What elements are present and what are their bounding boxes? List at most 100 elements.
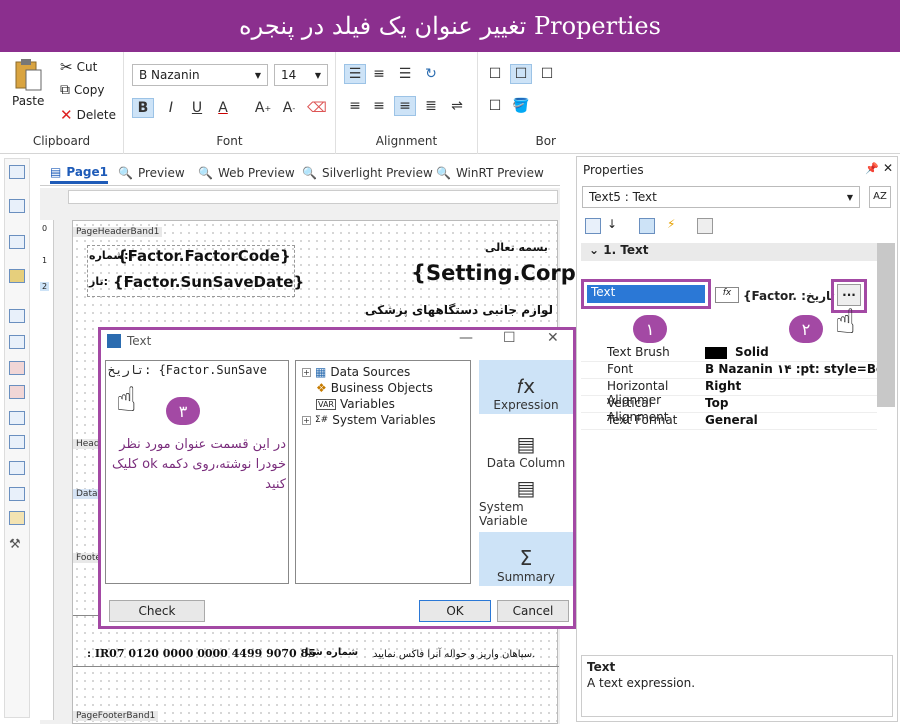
sort-icon[interactable]: ↓	[607, 217, 617, 231]
check-button[interactable]: Check	[109, 600, 205, 622]
pin-icon[interactable]: 📌	[865, 162, 879, 175]
panel-icon[interactable]	[9, 411, 25, 425]
magnifier-icon: 🔍	[118, 166, 133, 180]
tab-winrt-preview[interactable]: 🔍 WinRT Preview	[436, 162, 544, 184]
close-icon[interactable]: ✕	[547, 330, 559, 346]
expression-text[interactable]: تاریخ: {Factor.SunSave	[108, 363, 286, 377]
copy-icon: ⧉	[60, 82, 70, 98]
prop-horizontal-alignment[interactable]: Horizontal Alignmer Right	[581, 379, 877, 407]
prop-text-brush[interactable]: Text Brush Solid	[581, 345, 877, 362]
step-two-badge: ۲	[789, 315, 823, 343]
prop-text-format[interactable]: Text Format General	[581, 413, 877, 430]
align-middle-icon[interactable]: ≡	[368, 64, 390, 84]
component-toolbox: ⚒	[4, 158, 30, 718]
scrollbar[interactable]	[877, 243, 895, 407]
checkbox-icon[interactable]	[9, 487, 25, 501]
richtext-icon[interactable]	[9, 335, 25, 349]
align-bottom-icon[interactable]: ☰	[394, 64, 416, 84]
tree-business-objects[interactable]: ❖ Business Objects	[316, 381, 433, 395]
tree-system-variables[interactable]: + Σ# System Variables	[302, 413, 436, 427]
paste-button[interactable]: Paste	[12, 58, 44, 108]
border-all-icon[interactable]: ☐	[484, 64, 506, 84]
ok-button[interactable]: OK	[419, 600, 491, 622]
page-header-band[interactable]: PageHeaderBand1	[73, 227, 163, 237]
title-top: بسمه تعالی	[485, 241, 548, 254]
font-color-button[interactable]: A	[212, 98, 234, 118]
band-icon[interactable]	[9, 165, 25, 179]
events-icon[interactable]: ⚡	[667, 217, 675, 231]
databand-icon[interactable]	[9, 199, 25, 213]
border-side-icon[interactable]: ☐	[484, 96, 506, 116]
data-band[interactable]: Data	[73, 489, 101, 499]
rotate-icon[interactable]: ↻	[420, 64, 442, 84]
image-icon[interactable]	[9, 269, 25, 283]
shape-icon[interactable]	[9, 435, 25, 449]
tree-data-sources[interactable]: + ▦ Data Sources	[302, 365, 410, 379]
factor-code-field[interactable]: {Factor.FactorCode}	[117, 247, 291, 265]
bold-button[interactable]: B	[132, 98, 154, 118]
close-icon[interactable]: ✕	[883, 161, 893, 175]
image-small-icon[interactable]	[9, 511, 25, 525]
system-variable-icon: Σ#	[315, 415, 329, 425]
eraser-icon[interactable]: ⌫	[306, 98, 328, 118]
categorized-icon[interactable]	[585, 218, 601, 234]
grow-font-button[interactable]: A +	[252, 98, 274, 118]
page-footer-band[interactable]: PageFooterBand1	[73, 711, 159, 721]
data-tree[interactable]: + ▦ Data Sources ❖ Business Objects VAR Vari…	[295, 360, 471, 584]
word-wrap-icon[interactable]: ⇌	[446, 96, 468, 116]
crossband-icon[interactable]	[9, 235, 25, 249]
account-number[interactable]: : IR07 0120 0000 0000 4499 9070 85	[87, 647, 316, 660]
setting-corp-field[interactable]: {Setting.Corp	[411, 261, 576, 285]
text-component-icon[interactable]	[9, 309, 25, 323]
maximize-icon[interactable]: ☐	[503, 330, 516, 346]
tab-web-preview[interactable]: 🔍 Web Preview	[198, 162, 295, 184]
italic-button[interactable]: I	[160, 98, 182, 118]
text-property-value[interactable]: {Factor. :تاریخ	[743, 289, 835, 303]
fill-color-icon[interactable]: 🪣	[510, 96, 532, 116]
chevron-down-icon: ⌄	[589, 243, 604, 257]
section-header[interactable]: ⌄ 1. Text	[581, 243, 877, 261]
object-select[interactable]: Text5 : Text ▼	[582, 186, 860, 208]
cut-button[interactable]: ✂ Cut	[60, 58, 97, 76]
underline-button[interactable]: U	[186, 98, 208, 118]
tab-page1[interactable]: ▤ Page1	[50, 162, 108, 184]
sun-save-date-field[interactable]: {Factor.SunSaveDate}	[113, 273, 304, 291]
clipboard-group: Paste ✂ Cut ⧉ Copy ✕ Delete Clipboard	[0, 52, 124, 154]
expression-icon: fx	[715, 287, 739, 303]
properties-view-icon[interactable]	[639, 218, 655, 234]
cancel-button[interactable]: Cancel	[497, 600, 569, 622]
tab-silverlight-preview[interactable]: 🔍 Silverlight Preview	[302, 162, 433, 184]
system-variable-tab[interactable]: ▤ System Variable	[479, 476, 573, 530]
summary-tab[interactable]: Σ Summary	[479, 532, 573, 586]
align-left-icon[interactable]: ≡	[344, 96, 366, 116]
align-top-icon[interactable]: ☰	[344, 64, 366, 84]
copy-button[interactable]: ⧉ Copy	[60, 82, 104, 98]
tree-variables[interactable]: VAR Variables	[316, 397, 395, 411]
justify-icon[interactable]: ≣	[420, 96, 442, 116]
tab-preview[interactable]: 🔍 Preview	[118, 162, 185, 184]
table-icon[interactable]	[9, 461, 25, 475]
subtitle-field[interactable]: لوازم جانبی دستگاههای پزشکی	[365, 303, 553, 317]
expression-icon: 𝑓x	[516, 374, 536, 398]
border-none-icon[interactable]: ☐	[510, 64, 532, 84]
expression-tab[interactable]: 𝑓x Expression	[479, 360, 573, 414]
sort-az-icon[interactable]: AZ	[869, 186, 891, 208]
color-swatch	[705, 346, 727, 359]
data-column-tab[interactable]: ▤ Data Column	[479, 418, 573, 472]
text-property-name[interactable]: Text	[587, 285, 705, 303]
delete-button[interactable]: ✕ Delete	[60, 106, 116, 124]
border-outline-icon[interactable]: ☐	[536, 64, 558, 84]
prop-font[interactable]: FontB Nazanin ۱۴ :pt: style=Bold	[581, 362, 877, 379]
richtext-a-icon[interactable]	[9, 361, 25, 375]
align-center-icon[interactable]: ≡	[368, 96, 390, 116]
font-size-select[interactable]: 14 ▼	[274, 64, 328, 86]
shrink-font-button[interactable]: A-	[278, 98, 300, 118]
label-icon[interactable]	[9, 385, 25, 399]
settings-icon[interactable]	[697, 218, 713, 234]
align-right-icon[interactable]: ≡	[394, 96, 416, 116]
font-family-select[interactable]: B Nazanin ▼	[132, 64, 268, 86]
prop-vertical-alignment[interactable]: Vertical Alignment Top	[581, 396, 877, 424]
minimize-icon[interactable]: —	[459, 330, 473, 346]
expression-editor[interactable]: تاریخ: {Factor.SunSave ☝ ۳ در این قسمت ع…	[105, 360, 289, 584]
tools-icon[interactable]: ⚒	[9, 537, 25, 552]
